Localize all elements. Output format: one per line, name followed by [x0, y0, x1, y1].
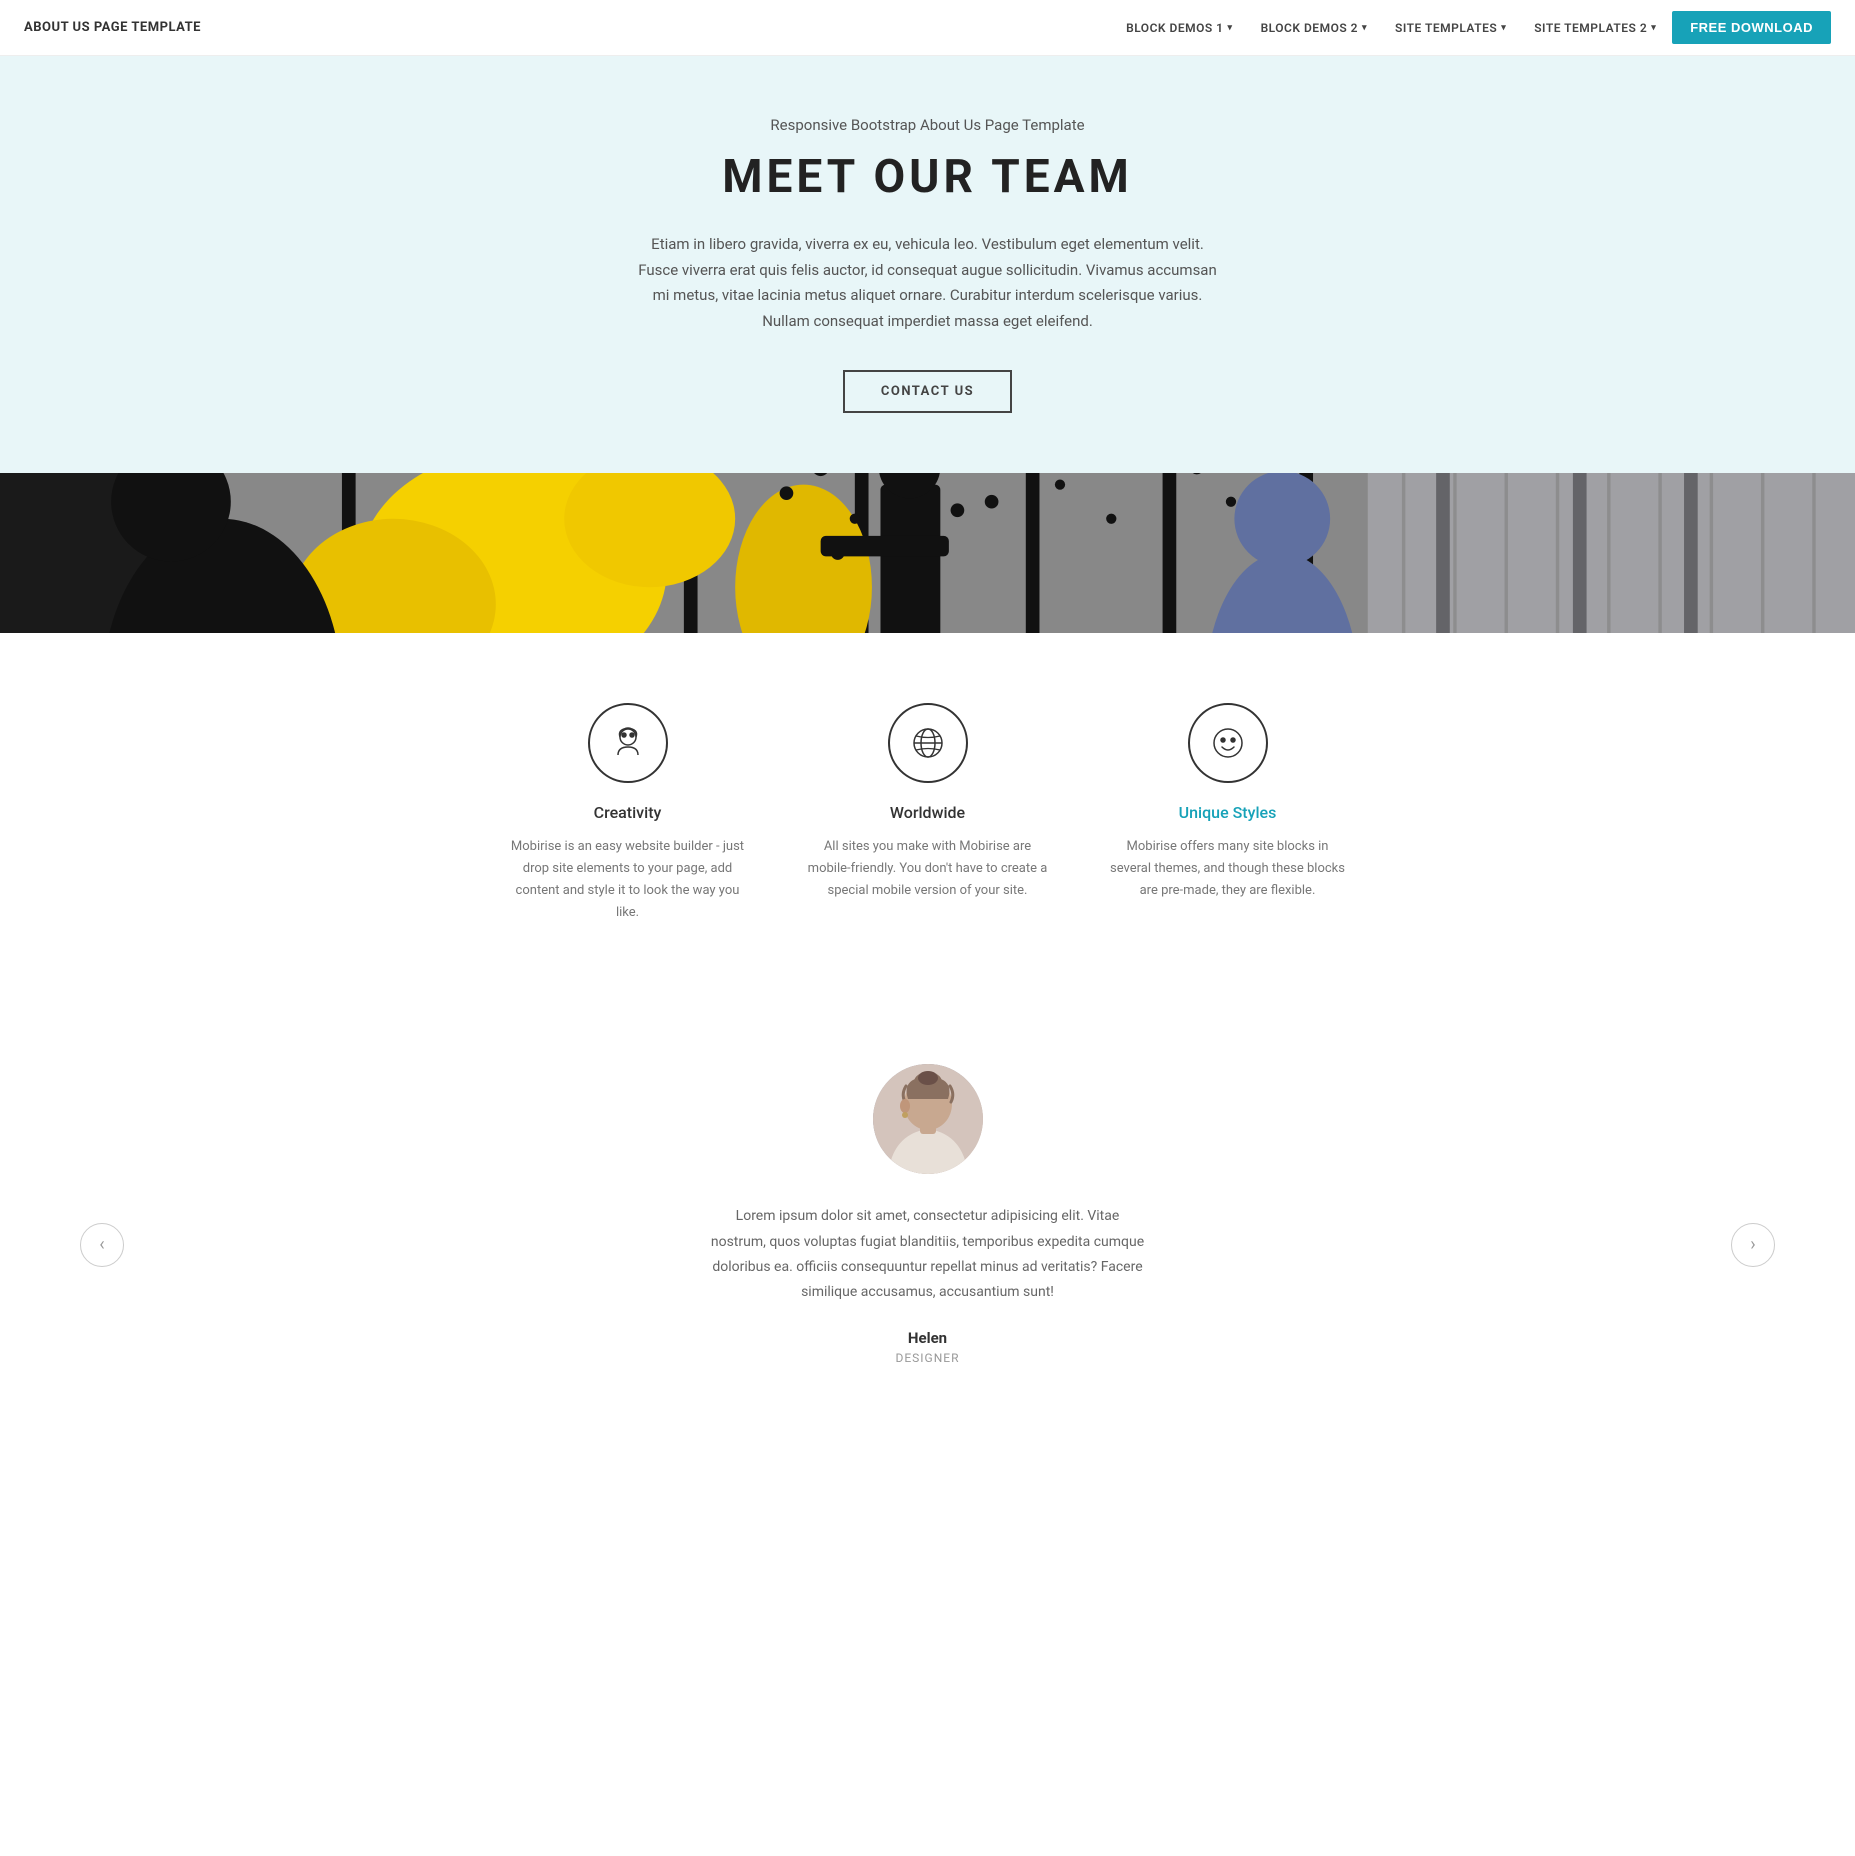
testimonial-role: DESIGNER	[20, 1351, 1835, 1365]
hero-section: Responsive Bootstrap About Us Page Templ…	[0, 56, 1855, 473]
testimonial-quote: Lorem ipsum dolor sit amet, consectetur …	[708, 1204, 1148, 1305]
worldwide-icon	[908, 723, 948, 763]
navbar-brand[interactable]: ABOUT US PAGE TEMPLATE	[24, 20, 201, 35]
features-section: Creativity Mobirise is an easy website b…	[0, 633, 1855, 1004]
hero-body-text: Etiam in libero gravida, viverra ex eu, …	[638, 232, 1218, 334]
contact-us-button[interactable]: CONTACT US	[843, 370, 1012, 413]
creativity-icon	[608, 723, 648, 763]
hero-title: MEET OUR TEAM	[20, 150, 1835, 204]
feature-creativity-desc: Mobirise is an easy website builder - ju…	[508, 836, 748, 924]
navbar: ABOUT US PAGE TEMPLATE BLOCK DEMOS 1 ▾ B…	[0, 0, 1855, 56]
worldwide-icon-circle	[888, 703, 968, 783]
nav-item-block-demos-1[interactable]: BLOCK DEMOS 1 ▾	[1114, 0, 1244, 56]
testimonial-arrow-right[interactable]: ›	[1731, 1223, 1775, 1267]
feature-unique-styles: Unique Styles Mobirise offers many site …	[1108, 703, 1348, 924]
feature-unique-styles-title: Unique Styles	[1108, 803, 1348, 822]
testimonial-avatar	[873, 1064, 983, 1174]
nav-item-site-templates[interactable]: SITE TEMPLATES ▾	[1383, 0, 1518, 56]
features-grid: Creativity Mobirise is an easy website b…	[478, 703, 1378, 924]
avatar-svg	[873, 1064, 983, 1174]
unique-styles-icon	[1208, 723, 1248, 763]
feature-unique-styles-desc: Mobirise offers many site blocks in seve…	[1108, 836, 1348, 902]
hero-subtitle: Responsive Bootstrap About Us Page Templ…	[20, 116, 1835, 134]
testimonial-arrow-left[interactable]: ‹	[80, 1223, 124, 1267]
unique-styles-icon-circle	[1188, 703, 1268, 783]
chevron-down-icon: ▾	[1651, 23, 1656, 33]
feature-worldwide-desc: All sites you make with Mobirise are mob…	[808, 836, 1048, 902]
feature-worldwide: Worldwide All sites you make with Mobiri…	[808, 703, 1048, 924]
banner-image	[0, 473, 1855, 633]
feature-creativity: Creativity Mobirise is an easy website b…	[508, 703, 748, 924]
chevron-down-icon: ▾	[1362, 23, 1367, 33]
navbar-nav: BLOCK DEMOS 1 ▾ BLOCK DEMOS 2 ▾ SITE TEM…	[1114, 0, 1831, 56]
nav-item-block-demos-2[interactable]: BLOCK DEMOS 2 ▾	[1249, 0, 1379, 56]
creativity-icon-circle	[588, 703, 668, 783]
banner-svg	[0, 473, 1855, 633]
testimonial-name: Helen	[20, 1329, 1835, 1347]
banner-image-inner	[0, 473, 1855, 633]
free-download-button[interactable]: FREE DOWNLOAD	[1672, 11, 1831, 44]
testimonial-section: ‹	[0, 1004, 1855, 1445]
nav-item-site-templates-2[interactable]: SITE TEMPLATES 2 ▾	[1522, 0, 1668, 56]
chevron-down-icon: ▾	[1228, 23, 1233, 33]
feature-creativity-title: Creativity	[508, 803, 748, 822]
feature-worldwide-title: Worldwide	[808, 803, 1048, 822]
chevron-down-icon: ▾	[1501, 23, 1506, 33]
